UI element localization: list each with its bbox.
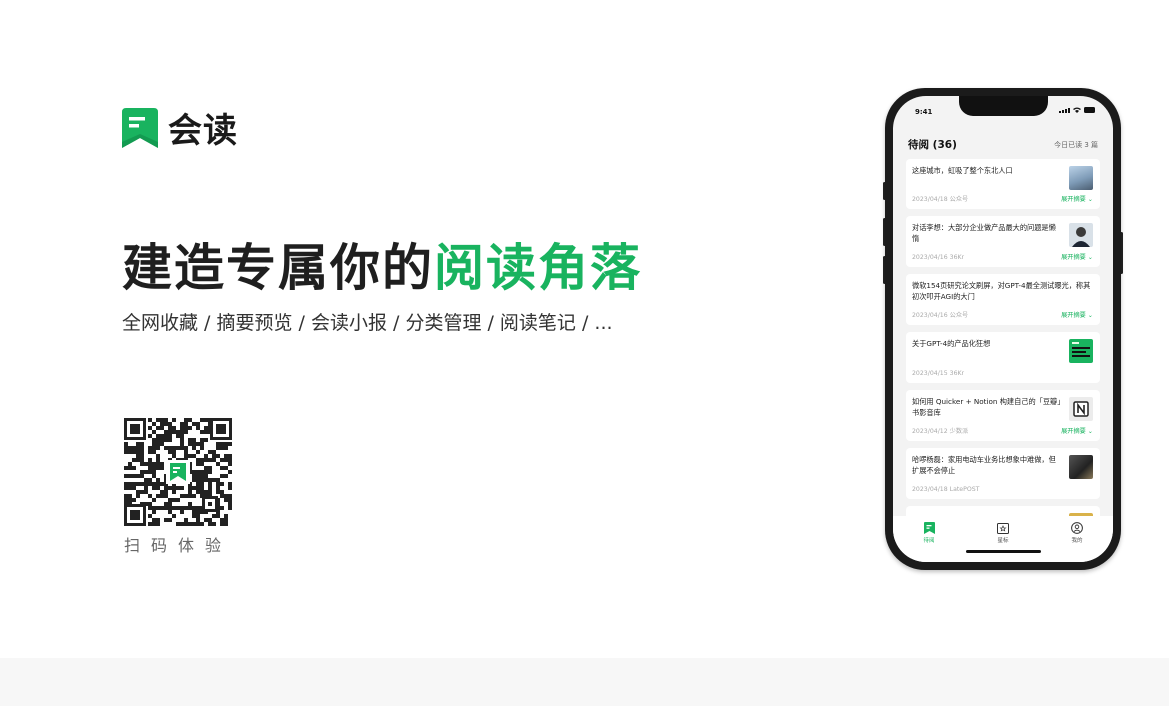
article-thumbnail <box>1069 223 1093 247</box>
profile-icon <box>1071 522 1083 534</box>
tab-profile-label: 我的 <box>1071 538 1083 544</box>
expand-summary-link[interactable]: 展开摘要 ⌄ <box>1061 310 1093 319</box>
article-card[interactable]: 哈啰杨磊：家用电动车业务比想象中难做，但扩展不会停止 2023/04/18 La… <box>906 448 1100 499</box>
article-title: 关于GPT-4的产品化狂想 <box>912 339 991 348</box>
article-card[interactable]: 对话李想：大部分企业做产品最大的问题是懒惰 2023/04/16 36Kr 展开… <box>906 216 1100 267</box>
tab-starred-label: 星标 <box>997 538 1009 544</box>
headline-dark-part: 建造专属你的 <box>122 239 434 297</box>
article-card[interactable]: 这座城市，虹吸了整个东北人口 2023/04/18 公众号 展开摘要 ⌄ <box>906 159 1100 209</box>
article-title: 对话李想：大部分企业做产品最大的问题是懒惰 <box>912 223 1056 243</box>
footer-band <box>0 658 1169 706</box>
battery-icon <box>1084 107 1095 113</box>
tab-starred[interactable]: 星标 <box>983 522 1023 544</box>
article-title: 如何用 Quicker + Notion 构建自己的「豆瓣」书影音库 <box>912 397 1061 417</box>
article-thumbnail <box>1069 339 1093 363</box>
article-title: 这座城市，虹吸了整个东北人口 <box>912 166 1013 175</box>
expand-summary-link[interactable]: 展开摘要 ⌄ <box>1061 426 1093 435</box>
article-meta: 2023/04/12 少数派 <box>912 428 969 435</box>
qr-scan-label: 扫码体验 <box>124 536 233 555</box>
article-meta: 2023/04/18 公众号 <box>912 196 969 203</box>
read-today-count: 今日已读 3 篇 <box>1054 141 1098 149</box>
article-meta: 2023/04/15 36Kr <box>912 370 965 377</box>
person-photo-icon <box>1072 227 1090 247</box>
logo-bookmark-icon <box>122 107 158 148</box>
article-card[interactable]: 如何用 Quicker + Notion 构建自己的「豆瓣」书影音库 2023/… <box>906 390 1100 441</box>
expand-summary-label: 展开摘要 <box>1061 312 1086 319</box>
article-card[interactable]: 微软154页研究论文刷屏，对GPT-4最全测试曝光，称其初次叩开AGI的大门 2… <box>906 274 1100 325</box>
article-title: 微软154页研究论文刷屏，对GPT-4最全测试曝光，称其初次叩开AGI的大门 <box>912 281 1091 301</box>
status-time: 9:41 <box>915 108 933 116</box>
tab-unread-label: 待阅 <box>923 538 935 544</box>
brand-name: 会读 <box>168 111 238 151</box>
article-thumbnail <box>1069 397 1093 421</box>
article-title: 哈啰杨磊：家用电动车业务比想象中难做，但扩展不会停止 <box>912 455 1056 475</box>
expand-summary-label: 展开摘要 <box>1061 196 1086 203</box>
bookmark-icon <box>923 522 935 534</box>
bottom-tab-bar: 待阅 星标 我的 <box>893 516 1113 562</box>
signal-icon <box>1059 107 1070 113</box>
notion-logo-icon <box>1073 401 1089 417</box>
gpt-cover-icon <box>1072 342 1090 357</box>
headline-green-part: 阅读角落 <box>434 239 642 297</box>
phone-notch <box>959 96 1048 116</box>
hero-headline: 建造专属你的阅读角落 <box>122 228 642 300</box>
qr-code <box>124 418 232 526</box>
phone-screen: 9:41 待阅 (36) 今日已读 3 篇 这座城市，虹吸了整个东北人口 202… <box>893 96 1113 562</box>
phone-mockup: 9:41 待阅 (36) 今日已读 3 篇 这座城市，虹吸了整个东北人口 202… <box>885 88 1121 570</box>
reading-list-title: 待阅 (36) <box>908 139 957 151</box>
article-meta: 2023/04/18 LatePOST <box>912 486 980 493</box>
expand-summary-link[interactable]: 展开摘要 ⌄ <box>1061 252 1093 261</box>
article-thumbnail <box>1069 166 1093 190</box>
article-thumbnail <box>1069 455 1093 479</box>
star-folder-icon <box>997 523 1009 534</box>
tab-profile[interactable]: 我的 <box>1057 522 1097 544</box>
brand-logo[interactable]: 会读 <box>122 103 238 152</box>
home-indicator <box>966 550 1041 553</box>
wifi-icon <box>1073 107 1081 113</box>
expand-summary-label: 展开摘要 <box>1061 254 1086 261</box>
status-icons <box>1059 107 1095 113</box>
article-card[interactable]: 关于GPT-4的产品化狂想 2023/04/15 36Kr <box>906 332 1100 383</box>
expand-summary-link[interactable]: 展开摘要 ⌄ <box>1061 194 1093 203</box>
expand-summary-label: 展开摘要 <box>1061 428 1086 435</box>
tab-unread[interactable]: 待阅 <box>909 522 949 544</box>
article-meta: 2023/04/16 公众号 <box>912 312 969 319</box>
feature-list: 全网收藏 / 摘要预览 / 会读小报 / 分类管理 / 阅读笔记 / ... <box>122 312 613 334</box>
article-meta: 2023/04/16 36Kr <box>912 254 965 261</box>
